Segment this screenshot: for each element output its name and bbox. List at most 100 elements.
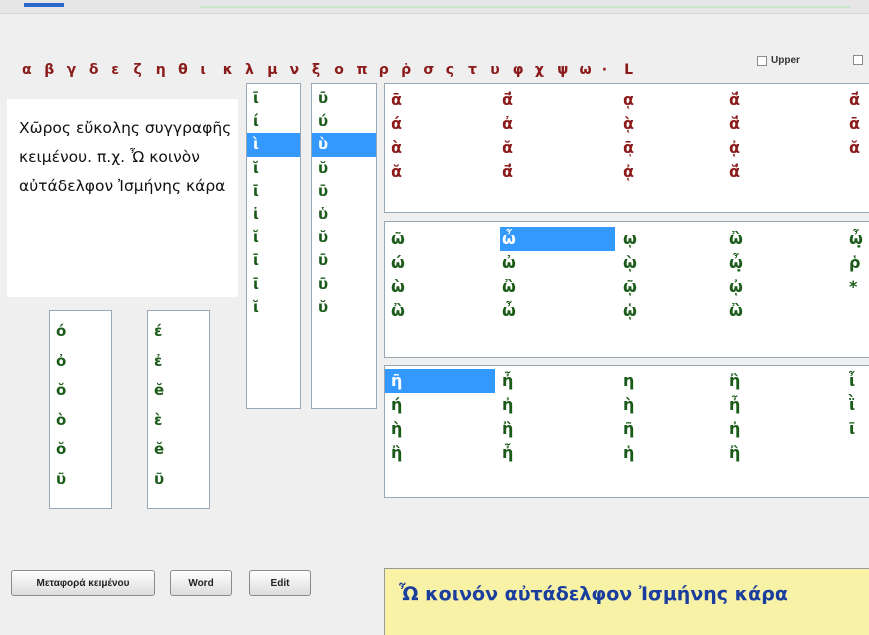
list-item[interactable]: έ — [148, 317, 209, 347]
letter-key[interactable]: μ — [267, 62, 277, 78]
iota-variants-list[interactable]: ῑίὶῐῑἰῐῑῑῐ — [246, 83, 301, 409]
grid-cell[interactable]: ᾀ — [623, 160, 634, 184]
grid-cell[interactable]: ᾱ̓ — [502, 160, 513, 184]
alpha-variants-grid[interactable]: ᾱ ᾱ̓ ᾳ ᾰ̓ ᾱ̓ ά ἀ ᾲ ᾰ̔ ᾱ ὰ ᾰ ᾱͅ ᾀ ᾰ ᾰ ᾱ̓ ᾀ ᾰ̓ — [384, 83, 869, 213]
list-item[interactable]: ῑ — [247, 180, 300, 203]
letter-key[interactable]: κ — [223, 62, 233, 78]
list-item[interactable]: ῡ — [312, 87, 376, 110]
grid-cell[interactable]: ὦ̣ — [849, 227, 863, 251]
upper-checkbox[interactable]: Upper — [757, 55, 800, 66]
grid-cell[interactable]: ἠ — [729, 417, 740, 441]
letter-key[interactable]: ε — [111, 62, 119, 78]
grid-cell[interactable]: ὼ — [391, 275, 405, 299]
list-item[interactable]: ῡ — [312, 273, 376, 296]
epsilon-variants-list[interactable]: έἐĕὲĕῦ — [147, 310, 210, 509]
letter-key[interactable]: ρ — [379, 62, 389, 78]
grid-cell[interactable]: ᾀ — [729, 136, 740, 160]
grid-cell[interactable]: ᾰ̓ — [729, 160, 740, 184]
letter-key[interactable]: ξ — [312, 62, 320, 78]
list-item[interactable]: ῑ — [247, 87, 300, 110]
letter-key[interactable]: α — [22, 62, 32, 78]
transfer-text-button[interactable]: Μεταφορά κειμένου — [11, 570, 155, 596]
list-item[interactable]: ῠ — [312, 226, 376, 249]
grid-cell[interactable]: ᾠ — [729, 275, 743, 299]
grid-cell[interactable]: ᾲ — [623, 112, 634, 136]
grid-cell[interactable]: ᾰ̔ — [729, 112, 740, 136]
grid-cell[interactable]: ᾱ — [849, 112, 860, 136]
letter-key[interactable]: η — [156, 62, 166, 78]
list-item[interactable]: ὑ — [312, 203, 376, 226]
letter-key[interactable]: L — [624, 62, 633, 78]
list-item[interactable]: ῐ — [247, 157, 300, 180]
grid-cell[interactable]: ᾰ — [391, 160, 402, 184]
grid-cell[interactable]: ᾳ — [623, 88, 634, 112]
letter-key[interactable]: β — [44, 62, 54, 78]
eta-variants-grid[interactable]: η̄ ἦ η ἢ ἶ ή ἠ ὴ ἦ ῒ ὴ ἢ ῆ ἠ ῖ ἢ ἦ ἡ ἢ — [384, 365, 869, 498]
word-button[interactable]: Word — [170, 570, 232, 596]
grid-cell[interactable]: η̄ — [385, 369, 495, 393]
list-item[interactable]: ŏ — [50, 376, 111, 406]
list-item[interactable]: ὸ — [50, 406, 111, 436]
grid-cell[interactable]: ᾱ̓ — [502, 88, 513, 112]
omicron-variants-list[interactable]: όὀŏὸŏῦ — [49, 310, 112, 509]
grid-cell[interactable]: ἶ — [849, 369, 855, 393]
grid-cell[interactable]: ὦ — [500, 227, 615, 251]
grid-cell[interactable]: η — [623, 369, 634, 393]
list-item[interactable]: ῐ — [247, 226, 300, 249]
grid-cell[interactable]: ὢ — [729, 299, 743, 323]
list-item[interactable]: ῦ — [50, 465, 111, 495]
grid-cell[interactable]: ὢ — [729, 227, 743, 251]
grid-cell[interactable]: ἦ — [729, 393, 740, 417]
editor-textarea[interactable]: Χῶρος εὔκολης συγγραφῆς κειμένου. π.χ. Ὦ… — [7, 99, 238, 297]
grid-cell[interactable]: ῶ — [391, 227, 405, 251]
list-item[interactable]: ἐ — [148, 347, 209, 377]
list-item[interactable]: ὺ — [312, 133, 376, 157]
grid-cell[interactable]: ᾰ — [502, 136, 513, 160]
grid-cell[interactable]: ἢ — [729, 369, 740, 393]
grid-cell[interactable]: ἢ — [729, 441, 740, 465]
grid-cell[interactable]: ὴ — [623, 393, 634, 417]
grid-cell[interactable]: ᾱ — [391, 88, 402, 112]
list-item[interactable]: ῡ — [312, 180, 376, 203]
grid-cell[interactable]: ή — [391, 393, 402, 417]
grid-cell[interactable]: ἦ — [502, 441, 513, 465]
grid-cell[interactable]: ᾡ — [623, 299, 637, 323]
upsilon-variants-list[interactable]: ῡύὺῠῡὑῠῡῡῠ — [311, 83, 377, 409]
list-item[interactable]: ĕ — [148, 435, 209, 465]
list-item[interactable]: ῐ — [247, 296, 300, 319]
list-item[interactable]: ῡ — [312, 249, 376, 272]
grid-cell[interactable]: ὰ — [391, 136, 402, 160]
omega-variants-grid[interactable]: ῶ ὦ ῳ ὢ ὦ̣ ώ ὠ ῲ ὦ̣ ῥ ὼ ὢ ῷ ᾠ * ὢ ὦ ᾡ ὢ — [384, 221, 869, 358]
letter-key[interactable]: ζ — [134, 62, 142, 78]
grid-cell[interactable]: ᾱͅ — [623, 136, 634, 160]
list-item[interactable]: ό — [50, 317, 111, 347]
grid-cell[interactable]: ἡ — [623, 441, 634, 465]
grid-cell[interactable]: ῖ — [849, 417, 855, 441]
letter-key[interactable]: ψ — [557, 62, 568, 78]
grid-cell[interactable]: ῳ — [623, 227, 637, 251]
list-item[interactable]: ὲ — [148, 406, 209, 436]
grid-cell[interactable]: ἢ — [391, 441, 402, 465]
grid-cell[interactable]: ῷ — [623, 275, 637, 299]
grid-cell[interactable]: ῒ — [849, 393, 855, 417]
grid-cell[interactable]: ώ — [391, 251, 405, 275]
grid-cell[interactable]: ὦ̣ — [729, 251, 743, 275]
output-text-box[interactable]: Ὦ κοινόν αὐτάδελφον Ἰσμήνης κάρα — [384, 568, 869, 635]
letter-key[interactable]: · — [602, 62, 607, 78]
grid-cell[interactable]: ἠ — [502, 393, 513, 417]
letter-key[interactable]: σ — [423, 62, 434, 78]
list-item[interactable]: ί — [247, 110, 300, 133]
list-item[interactable]: ῑ — [247, 249, 300, 272]
grid-cell[interactable]: ᾰ — [849, 136, 860, 160]
letter-key[interactable]: ω — [580, 62, 592, 78]
second-checkbox-box[interactable] — [853, 55, 863, 65]
upper-checkbox-box[interactable] — [757, 55, 767, 66]
list-item[interactable]: ῦ — [148, 465, 209, 495]
list-item[interactable]: ὶ — [247, 133, 300, 157]
letter-key[interactable]: π — [357, 62, 368, 78]
list-item[interactable]: ŏ — [50, 435, 111, 465]
edit-button[interactable]: Edit — [249, 570, 311, 596]
letter-key[interactable]: χ — [535, 62, 544, 78]
list-item[interactable]: ῠ — [312, 157, 376, 180]
letter-key[interactable]: θ — [178, 62, 188, 78]
